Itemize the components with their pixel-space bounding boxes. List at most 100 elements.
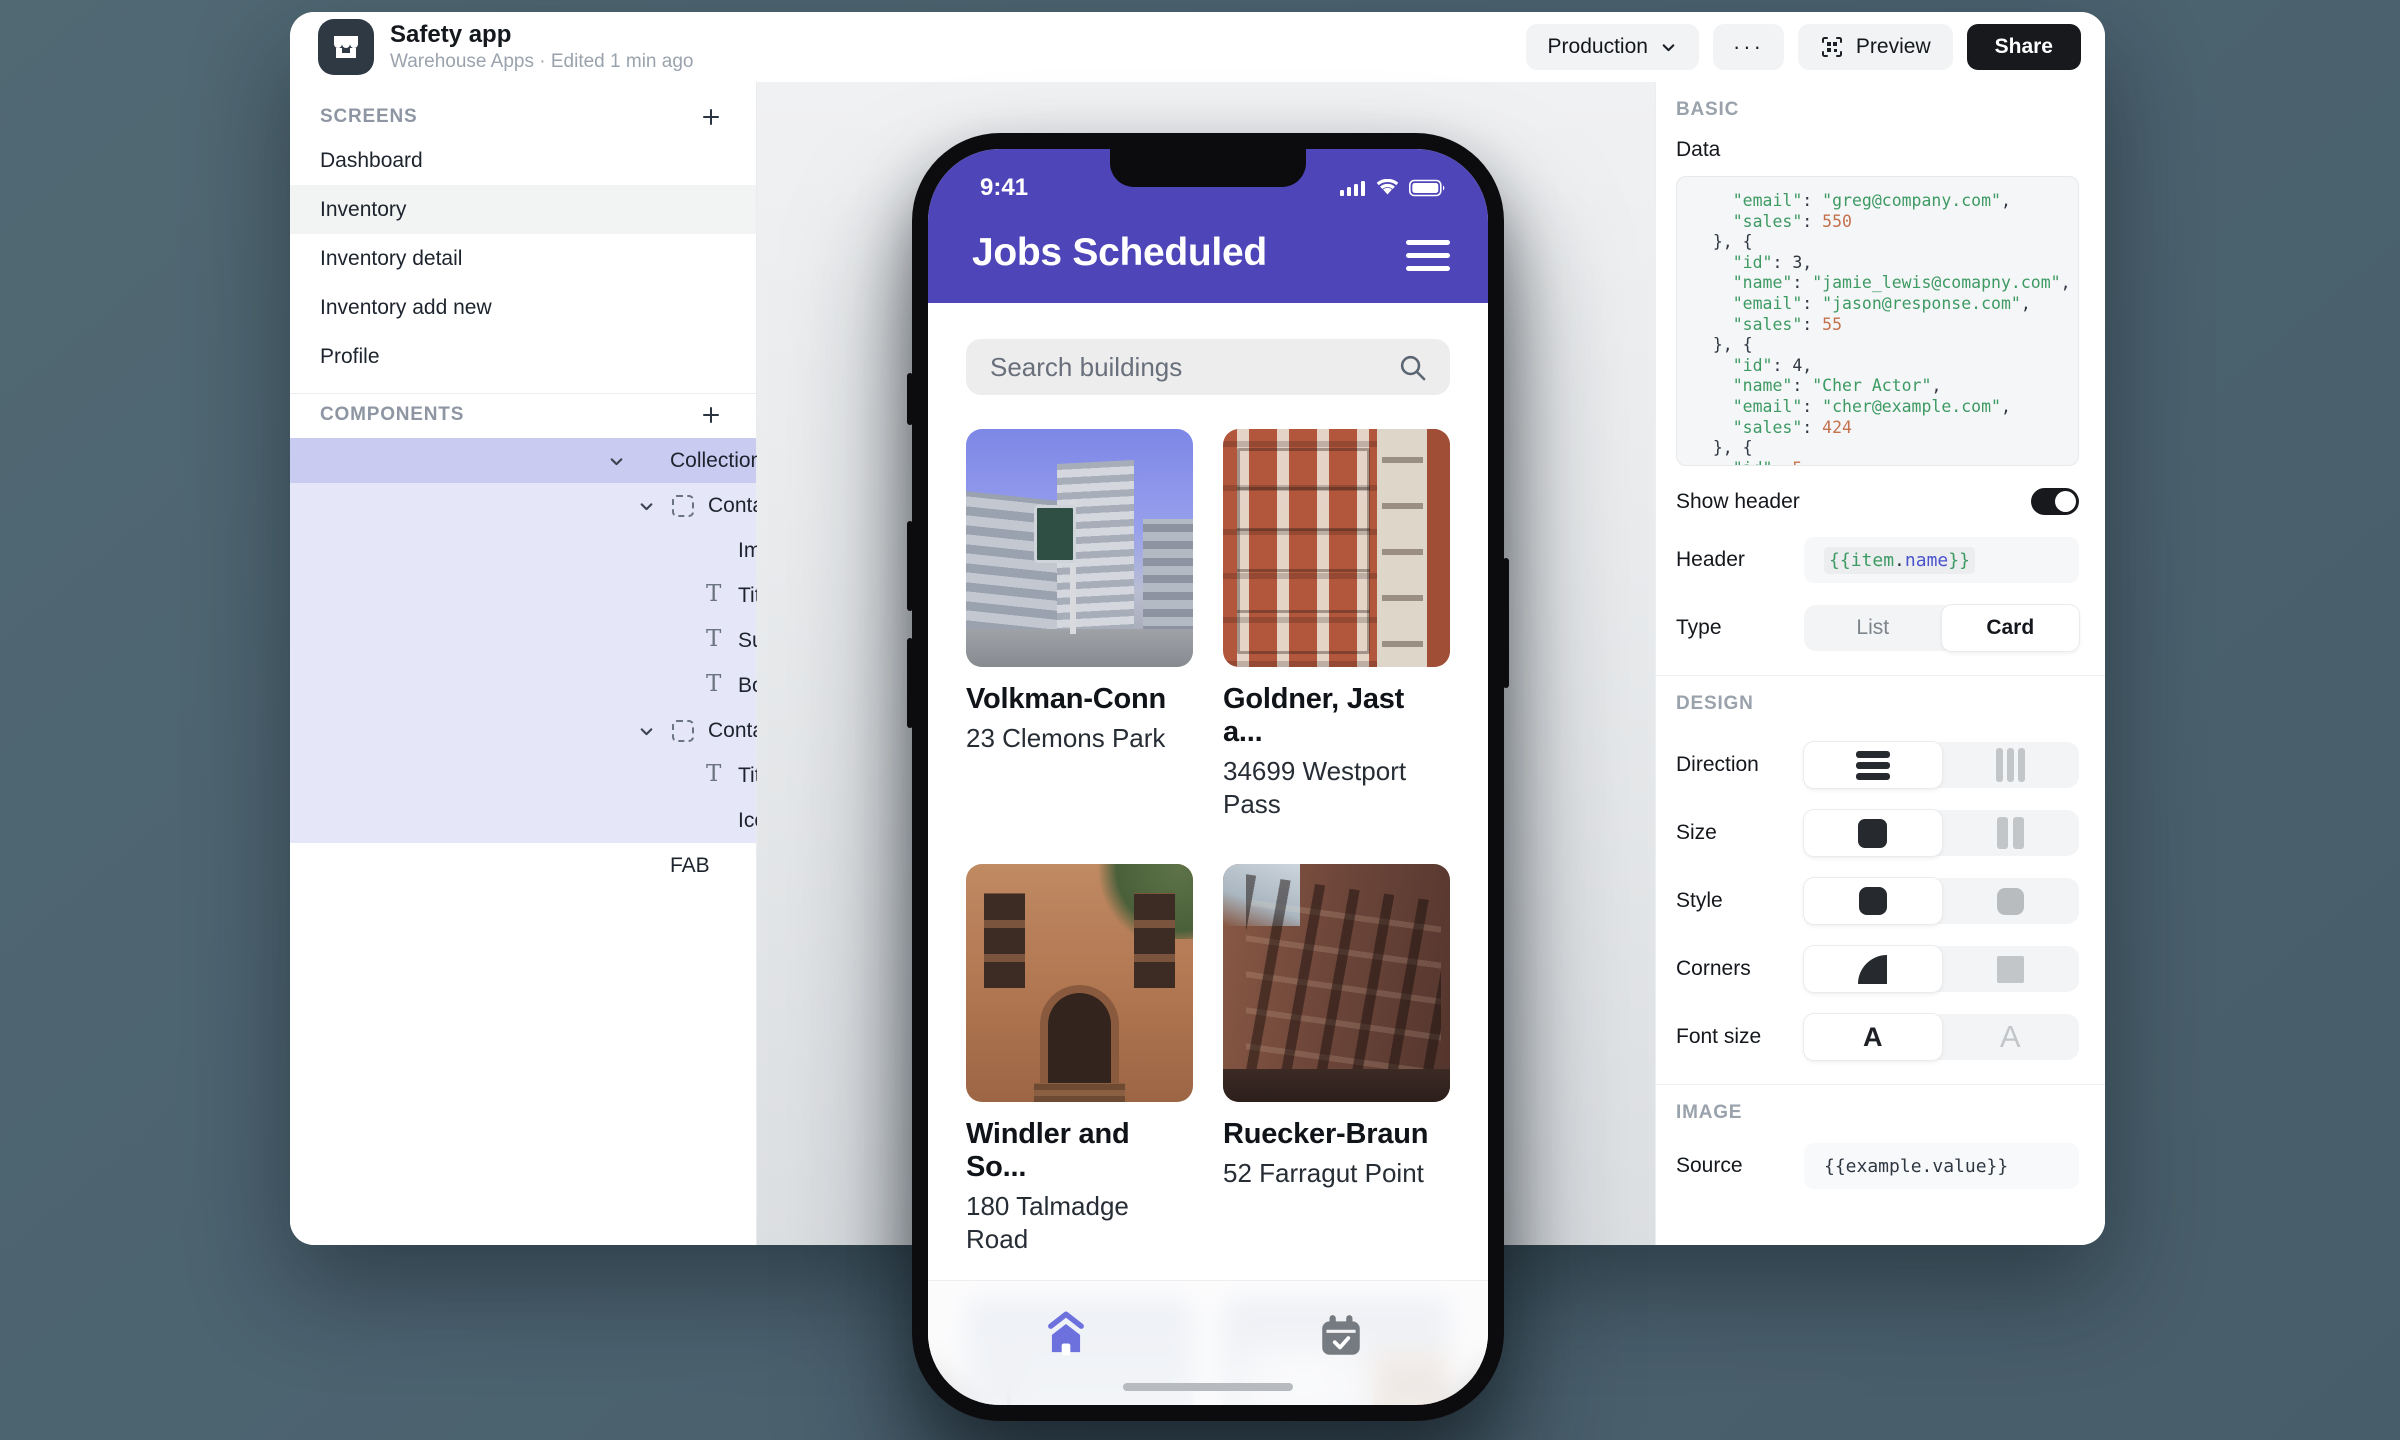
preview-button[interactable]: Preview xyxy=(1798,24,1953,70)
style-option-elevated[interactable] xyxy=(1804,878,1942,924)
building-title: Ruecker-Braun xyxy=(1223,1118,1450,1151)
environment-label: Production xyxy=(1548,35,1648,59)
section-divider xyxy=(1656,1084,2105,1085)
tree-item-image[interactable]: Image xyxy=(290,528,756,573)
font-a-light-icon: A xyxy=(2000,1019,2021,1055)
sidebar-item-inventory[interactable]: Inventory xyxy=(290,185,756,234)
screens-section-header: SCREENS xyxy=(290,98,756,136)
show-header-toggle[interactable] xyxy=(2031,488,2079,515)
environment-dropdown[interactable]: Production xyxy=(1526,24,1699,70)
app-title: Safety app xyxy=(390,21,693,49)
section-divider xyxy=(1656,675,2105,676)
screens-title: SCREENS xyxy=(320,106,417,128)
container-icon xyxy=(672,720,694,742)
search-bar[interactable] xyxy=(966,339,1450,395)
building-photo xyxy=(966,429,1193,667)
data-code-editor[interactable]: "email": "greg@company.com", "sales": 55… xyxy=(1676,176,2079,466)
tree-item-title[interactable]: T Title xyxy=(290,573,756,618)
ellipsis-icon: ··· xyxy=(1733,34,1764,60)
share-label: Share xyxy=(1995,35,2053,59)
chevron-down-icon[interactable] xyxy=(608,452,625,476)
tree-item-container2[interactable]: Container2 xyxy=(290,708,756,753)
size-option-large[interactable] xyxy=(1804,810,1942,856)
type-label: Type xyxy=(1676,616,1804,640)
size-row: Size xyxy=(1676,810,2079,856)
phone-volume-up-button xyxy=(907,521,913,611)
add-component-button[interactable] xyxy=(696,400,726,430)
building-photo xyxy=(1223,864,1450,1102)
tree-item-label: FAB xyxy=(290,854,710,878)
inspector-panel: BASIC Data "email": "greg@company.com", … xyxy=(1655,82,2105,1245)
preview-label: Preview xyxy=(1856,35,1931,59)
header-value-input[interactable]: {{item.name}} xyxy=(1804,537,2079,583)
corners-segmented-control xyxy=(1804,946,2079,992)
tree-item-label: Subtitle xyxy=(290,629,808,653)
source-row: Source {{example.value}} xyxy=(1676,1143,2079,1189)
header-label: Header xyxy=(1676,548,1804,572)
header-template-token: {{item.name}} xyxy=(1824,547,1975,574)
tree-item-container1[interactable]: Container1 xyxy=(290,483,756,528)
sidebar-item-profile[interactable]: Profile xyxy=(290,332,756,381)
tree-item-label: Collection1 xyxy=(290,449,774,473)
direction-option-vertical[interactable] xyxy=(1804,742,1942,788)
tree-item-label: Icon xyxy=(290,809,778,833)
building-card[interactable]: Goldner, Jast a... 34699 Westport Pass xyxy=(1223,429,1450,820)
source-value-input[interactable]: {{example.value}} xyxy=(1804,1143,2079,1189)
sidebar-item-inventory-detail[interactable]: Inventory detail xyxy=(290,234,756,283)
storefront-icon xyxy=(329,30,363,64)
corners-option-square[interactable] xyxy=(1942,946,2080,992)
building-address: 23 Clemons Park xyxy=(966,722,1193,755)
building-card[interactable]: Ruecker-Braun 52 Farragut Point xyxy=(1223,864,1450,1255)
wifi-icon xyxy=(1375,179,1400,197)
tree-item-subtitle[interactable]: T Subtitle xyxy=(290,618,756,663)
tab-bar xyxy=(928,1280,1488,1405)
corners-label: Corners xyxy=(1676,957,1804,981)
search-input[interactable] xyxy=(988,351,1397,384)
chevron-down-icon[interactable] xyxy=(638,497,655,521)
sidebar-item-dashboard[interactable]: Dashboard xyxy=(290,136,756,185)
building-address: 34699 Westport Pass xyxy=(1223,755,1450,820)
schedule-tab[interactable] xyxy=(1316,1311,1366,1366)
more-button[interactable]: ··· xyxy=(1713,24,1784,70)
text-icon: T xyxy=(706,671,721,697)
text-icon: T xyxy=(706,626,721,652)
sidebar-item-inventory-add-new[interactable]: Inventory add new xyxy=(290,283,756,332)
direction-option-horizontal[interactable] xyxy=(1942,742,2080,788)
type-option-card[interactable]: Card xyxy=(1942,605,2080,651)
size-option-small[interactable] xyxy=(1942,810,2080,856)
flat-card-icon xyxy=(1997,888,2024,915)
share-button[interactable]: Share xyxy=(1967,24,2081,70)
tree-item-collection1[interactable]: Collection1 xyxy=(290,438,756,483)
columns-icon xyxy=(1996,748,2025,782)
plus-icon xyxy=(701,107,721,127)
style-label: Style xyxy=(1676,889,1804,913)
corners-option-rounded[interactable] xyxy=(1804,946,1942,992)
tree-item-icon[interactable]: Icon xyxy=(290,798,756,843)
building-card[interactable]: Windler and So... 180 Talmadge Road xyxy=(966,864,1193,1255)
tree-item-fab[interactable]: FAB xyxy=(290,843,756,888)
direction-row: Direction xyxy=(1676,742,2079,788)
tree-item-title2[interactable]: T Title xyxy=(290,753,756,798)
add-screen-button[interactable] xyxy=(696,102,726,132)
cellular-signal-icon xyxy=(1340,179,1366,197)
style-segmented-control xyxy=(1804,878,2079,924)
status-icons xyxy=(1340,179,1446,197)
home-indicator[interactable] xyxy=(1123,1383,1293,1391)
building-card[interactable]: Volkman-Conn 23 Clemons Park xyxy=(966,429,1193,820)
home-tab[interactable] xyxy=(1040,1311,1092,1368)
font-size-option-large[interactable]: A xyxy=(1942,1014,2080,1060)
phone-notch xyxy=(1110,149,1306,187)
corners-row: Corners xyxy=(1676,946,2079,992)
source-label: Source xyxy=(1676,1154,1804,1178)
phone-mute-switch xyxy=(907,373,913,425)
font-size-option-small[interactable]: A xyxy=(1804,1014,1942,1060)
large-square-icon xyxy=(1858,819,1887,848)
tree-item-label: Image xyxy=(290,539,796,563)
tree-item-body[interactable]: T Body xyxy=(290,663,756,708)
type-option-list[interactable]: List xyxy=(1804,605,1942,651)
menu-icon[interactable] xyxy=(1406,236,1450,271)
status-time: 9:41 xyxy=(980,174,1028,202)
chevron-down-icon[interactable] xyxy=(638,722,655,746)
data-label: Data xyxy=(1676,138,2079,162)
style-option-flat[interactable] xyxy=(1942,878,2080,924)
